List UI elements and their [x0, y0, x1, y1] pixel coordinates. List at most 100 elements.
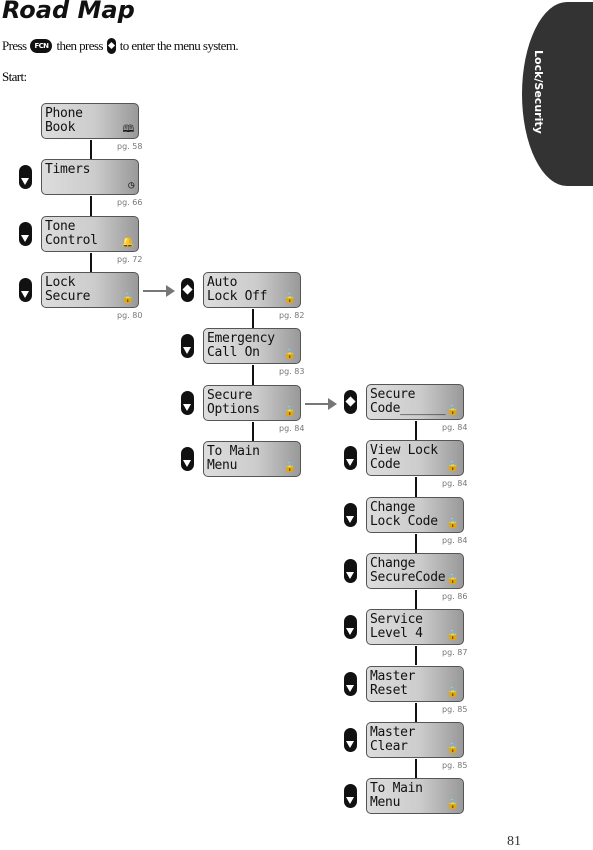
screen-line-1: Secure — [207, 387, 253, 403]
page-reference: pg. 87 — [442, 648, 468, 658]
fcn-key-icon: FCN — [30, 39, 53, 53]
lock-icon: 🔒 — [446, 630, 459, 642]
screen-line-1: Emergency — [207, 331, 275, 347]
menu-screen: Tone Control 🔔 — [41, 215, 139, 252]
clock-icon: ◷ — [128, 180, 134, 192]
down-key-icon — [344, 727, 357, 752]
lock-icon: 🔒 — [446, 742, 459, 754]
page-reference: pg. 84 — [442, 423, 468, 432]
section-tab-label: Lock/Security — [532, 50, 545, 134]
lock-icon: 🔒 — [446, 686, 459, 698]
page-reference: pg. 80 — [117, 310, 143, 320]
screen-line-1: Timers — [45, 162, 91, 178]
screen-line-1: Service — [370, 612, 423, 628]
intro-press: Press — [2, 38, 27, 53]
intro-then-press: then press — [56, 38, 103, 53]
connector-line — [415, 758, 417, 779]
down-key-icon — [344, 558, 357, 583]
page-reference: pg. 86 — [442, 591, 468, 601]
connector-line — [415, 533, 417, 553]
screen-line-1: To Main — [207, 443, 260, 459]
lock-icon: 🔒 — [283, 349, 296, 361]
lock-icon: 🔒 — [283, 461, 296, 473]
connector-line — [90, 196, 92, 216]
menu-screen: Emergency Call On 🔒 — [203, 328, 301, 365]
menu-screen: Secure Code______ 🔒 — [366, 384, 464, 420]
page-reference: pg. 85 — [442, 760, 468, 770]
screen-line-1: Master — [370, 724, 416, 740]
page-reference: pg. 84 — [279, 423, 305, 433]
menu-screen: Auto Lock Off 🔒 — [203, 272, 301, 308]
connector-line — [415, 589, 417, 610]
down-key-icon — [344, 615, 357, 640]
page-reference: pg. 58 — [117, 142, 143, 151]
lock-icon: 🔒 — [446, 517, 459, 529]
section-tab: Lock/Security — [522, 2, 593, 186]
connector-line — [415, 702, 417, 722]
menu-screen: Service Level 4 🔒 — [366, 609, 464, 646]
lock-icon: 🔒 — [446, 405, 459, 416]
lock-icon: 🔒 — [283, 293, 296, 304]
screen-line-1: Secure — [370, 387, 416, 402]
down-key-icon — [181, 390, 194, 415]
down-key-icon — [181, 334, 194, 359]
menu-screen: Change SecureCode 🔒 — [366, 552, 464, 589]
screen-line-1: Change — [370, 499, 416, 515]
menu-screen: View Lock Code 🔒 — [366, 440, 464, 477]
screen-line-2 — [45, 177, 138, 191]
screen-line-1: Master — [370, 668, 416, 684]
intro-rest: to enter the menu system. — [119, 38, 239, 53]
menu-screen: Master Reset 🔒 — [366, 665, 464, 702]
lock-icon: 🔒 — [283, 405, 296, 417]
menu-screen: Master Clear 🔒 — [366, 721, 464, 758]
menu-screen: Change Lock Code 🔒 — [366, 496, 464, 533]
lock-icon: 🔒 — [446, 573, 459, 585]
screen-line-1: Lock — [45, 274, 76, 290]
screen-line-1: View Lock — [370, 443, 438, 459]
connector-line — [415, 646, 417, 666]
page-reference: pg. 66 — [117, 198, 143, 208]
select-key-icon — [344, 390, 357, 414]
book-icon: 🕮 — [122, 124, 135, 135]
bell-icon: 🔔 — [121, 236, 134, 248]
screen-line-1: Change — [370, 555, 416, 571]
intro-text: Press FCN then press to enter the menu s… — [2, 38, 239, 54]
down-key-icon — [344, 502, 357, 527]
screen-line-1: To Main — [370, 781, 423, 797]
connector-line — [415, 421, 417, 441]
page-reference: pg. 84 — [442, 535, 468, 545]
lock-icon: 🔒 — [446, 799, 459, 811]
page-reference: pg. 83 — [279, 367, 305, 377]
lock-icon: 🔒 — [446, 461, 459, 473]
menu-screen: Timers ◷ — [41, 159, 139, 196]
page-reference: pg. 82 — [279, 311, 305, 320]
screen-line-1: Tone — [45, 218, 76, 234]
screen-line-1: Phone — [45, 106, 83, 121]
lock-icon: 🔒 — [121, 292, 134, 304]
connector-line — [90, 252, 92, 272]
page-number: 81 — [507, 834, 521, 849]
page-reference: pg. 84 — [442, 479, 468, 489]
page-reference: pg. 85 — [442, 704, 468, 714]
start-label: Start: — [2, 69, 27, 84]
select-key-icon — [181, 278, 194, 302]
page-title: Road Map — [2, 0, 135, 24]
page-reference: pg. 72 — [117, 254, 143, 264]
down-key-icon — [344, 446, 357, 471]
select-key-icon — [106, 38, 116, 54]
connector-line — [252, 365, 254, 385]
arrow-to-secure-options-submenu — [305, 398, 337, 410]
down-key-icon — [19, 165, 32, 190]
connector-line — [415, 477, 417, 497]
down-key-icon — [181, 446, 194, 471]
connector-line — [252, 421, 254, 441]
menu-screen: To Main Menu 🔒 — [203, 440, 301, 477]
down-key-icon — [344, 784, 357, 809]
menu-screen: To Main Menu 🔒 — [366, 778, 464, 815]
screen-line-1: Auto — [207, 275, 238, 290]
menu-screen: Secure Options 🔒 — [203, 384, 301, 421]
down-key-icon — [19, 221, 32, 246]
connector-line — [252, 309, 254, 329]
menu-screen: Lock Secure 🔒 — [41, 271, 139, 308]
down-key-icon — [344, 671, 357, 696]
